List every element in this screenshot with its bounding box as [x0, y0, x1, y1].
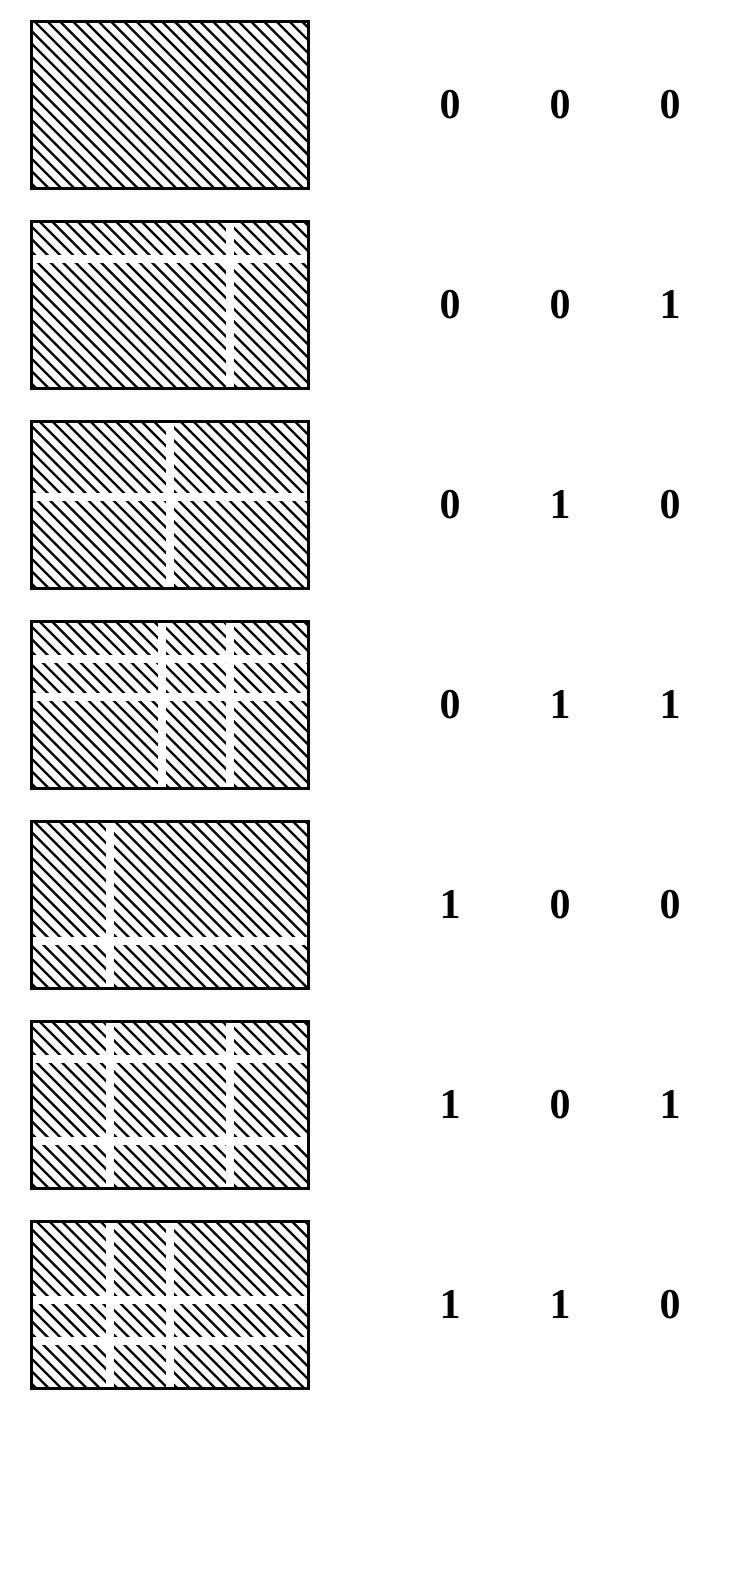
- code-bit: 1: [650, 681, 690, 729]
- partition-cell: [234, 1145, 307, 1187]
- code-bit: 1: [650, 1081, 690, 1129]
- partition-diagram: [30, 420, 310, 590]
- partition-cell: [33, 223, 226, 255]
- code-bit: 0: [540, 1081, 580, 1129]
- partition-cell: [174, 1223, 307, 1296]
- partition-cell: [33, 823, 106, 937]
- code-bit: 0: [650, 1281, 690, 1329]
- partition-cell: [114, 1304, 166, 1337]
- partition-cell: [234, 223, 307, 255]
- partition-cell: [114, 1063, 227, 1137]
- partition-cell: [174, 1345, 307, 1387]
- partition-diagram: [30, 220, 310, 390]
- code-bit: 0: [540, 881, 580, 929]
- partition-cell: [234, 663, 307, 693]
- code-bit: 1: [540, 481, 580, 529]
- partition-cell: [33, 423, 166, 493]
- partition-diagram: [30, 1220, 310, 1390]
- code-bit: 0: [650, 881, 690, 929]
- code-bit: 1: [430, 1081, 470, 1129]
- partition-cell: [33, 623, 158, 655]
- binary-code: 0 1 1: [430, 681, 690, 729]
- partition-cell: [33, 1223, 106, 1296]
- partition-cell: [234, 1063, 307, 1137]
- partition-diagram: [30, 820, 310, 990]
- diagram-container: 0 0 0 0 0 1 0 1 0 0 1 1 1 0 0 1 0 1 1 1 0: [30, 20, 723, 1390]
- partition-cell: [33, 23, 307, 187]
- partition-diagram: [30, 20, 310, 190]
- partition-cell: [114, 1345, 166, 1387]
- code-bit: 1: [540, 681, 580, 729]
- binary-code: 1 1 0: [430, 1281, 690, 1329]
- code-bit: 0: [540, 81, 580, 129]
- partition-cell: [33, 1023, 106, 1055]
- partition-cell: [166, 663, 227, 693]
- partition-cell: [234, 701, 307, 787]
- diagram-row-3: 0 1 1: [30, 620, 723, 790]
- partition-cell: [33, 501, 166, 587]
- code-bit: 0: [430, 681, 470, 729]
- partition-cell: [114, 945, 307, 987]
- partition-cell: [166, 623, 227, 655]
- partition-cell: [33, 263, 226, 387]
- code-bit: 1: [430, 1281, 470, 1329]
- partition-cell: [114, 1023, 227, 1055]
- partition-cell: [114, 1223, 166, 1296]
- partition-cell: [33, 1145, 106, 1187]
- code-bit: 0: [650, 481, 690, 529]
- binary-code: 0 0 1: [430, 281, 690, 329]
- partition-cell: [114, 1145, 227, 1187]
- partition-diagram: [30, 1020, 310, 1190]
- partition-cell: [33, 1063, 106, 1137]
- code-bit: 0: [430, 281, 470, 329]
- binary-code: 1 0 0: [430, 881, 690, 929]
- diagram-row-6: 1 1 0: [30, 1220, 723, 1390]
- partition-cell: [33, 1304, 106, 1337]
- diagram-row-4: 1 0 0: [30, 820, 723, 990]
- code-bit: 1: [430, 881, 470, 929]
- code-bit: 0: [540, 281, 580, 329]
- partition-cell: [234, 263, 307, 387]
- code-bit: 1: [650, 281, 690, 329]
- binary-code: 1 0 1: [430, 1081, 690, 1129]
- partition-cell: [234, 1023, 307, 1055]
- partition-cell: [234, 623, 307, 655]
- partition-cell: [33, 945, 106, 987]
- diagram-row-5: 1 0 1: [30, 1020, 723, 1190]
- partition-cell: [33, 1345, 106, 1387]
- partition-cell: [114, 823, 307, 937]
- diagram-row-0: 0 0 0: [30, 20, 723, 190]
- partition-cell: [33, 701, 158, 787]
- partition-cell: [174, 1304, 307, 1337]
- partition-cell: [166, 701, 227, 787]
- binary-code: 0 1 0: [430, 481, 690, 529]
- partition-cell: [33, 663, 158, 693]
- partition-cell: [174, 423, 307, 493]
- code-bit: 0: [650, 81, 690, 129]
- partition-diagram: [30, 620, 310, 790]
- diagram-row-1: 0 0 1: [30, 220, 723, 390]
- partition-cell: [174, 501, 307, 587]
- diagram-row-2: 0 1 0: [30, 420, 723, 590]
- code-bit: 0: [430, 481, 470, 529]
- code-bit: 0: [430, 81, 470, 129]
- code-bit: 1: [540, 1281, 580, 1329]
- binary-code: 0 0 0: [430, 81, 690, 129]
